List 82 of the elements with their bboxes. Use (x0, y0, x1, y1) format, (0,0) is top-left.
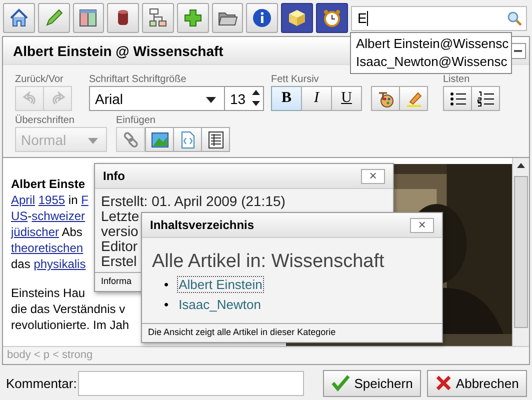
toolbar-button[interactable] (107, 3, 139, 33)
code-file-icon (180, 130, 196, 148)
palette-icon (376, 90, 394, 108)
size-spinner[interactable]: 13 (224, 86, 264, 111)
table-button[interactable] (201, 127, 230, 152)
bullet-list-button[interactable] (443, 86, 472, 111)
article-link[interactable]: 1955 (38, 193, 66, 207)
bullet: • (164, 277, 169, 292)
group-label: Schriftart Schriftgröße (89, 73, 188, 86)
format-button[interactable]: I (301, 86, 332, 111)
redo-icon (50, 90, 66, 106)
suggestion-item[interactable]: Isaac_Newton@Wissensc (351, 53, 511, 71)
comment-label: Kommentar: (6, 376, 77, 390)
group-label: Fett Kursiv (271, 73, 320, 86)
bullet: • (164, 297, 169, 312)
group-label: Überschriften (15, 114, 76, 127)
info-icon (251, 7, 274, 29)
article-link[interactable]: US (11, 209, 28, 223)
chain-link-icon (122, 130, 140, 148)
highlight-button[interactable] (399, 86, 428, 111)
save-button[interactable]: Speichern (322, 370, 421, 396)
toolbar-button[interactable] (3, 3, 35, 33)
text-color-button[interactable] (371, 86, 400, 111)
toolbar-button[interactable] (176, 3, 208, 33)
editor-title: Albert Einstein @ Wissenschaft (13, 42, 224, 58)
checkmark-icon (330, 374, 350, 392)
group-label: Listen (443, 73, 471, 86)
scrollbar[interactable] (512, 158, 529, 346)
search-icon[interactable] (507, 10, 524, 26)
article-link[interactable]: physikalis (34, 257, 86, 271)
plus-icon (182, 7, 204, 29)
dialog-title: Inhaltsverzeichnis (150, 218, 254, 232)
dialog-footer-text: Informa (101, 276, 132, 286)
article-link[interactable]: schweizer (32, 209, 86, 223)
info-text: Erstellt: 01. April 2009 (21:15) (101, 194, 286, 209)
dialog-footer-text: Die Ansicht zeigt alle Artikel in dieser Kategorie (148, 327, 336, 337)
cancel-button[interactable]: Abbrechen (426, 370, 527, 396)
dialog-title: Info (103, 169, 125, 183)
toolbar-button[interactable] (281, 3, 313, 33)
image-button[interactable] (145, 127, 174, 152)
element-path: body < p < strong (6, 348, 94, 363)
article-paragraph: Albert Einste April 1955 in F US-schweizer jüdischer Abs theoretischen das physikalis (11, 176, 88, 272)
toolbar-button[interactable] (246, 3, 278, 33)
highlighter-icon (404, 90, 422, 108)
undo-icon (22, 90, 38, 106)
article-link[interactable]: April (11, 193, 36, 207)
toolbar-button[interactable] (142, 3, 174, 33)
suggestion-item[interactable]: Albert Einstein@Wissensc (351, 35, 511, 53)
format-button[interactable]: B (271, 86, 302, 111)
info-text: versio (101, 224, 138, 239)
numbered-list-button[interactable] (471, 86, 500, 111)
info-text: Editor (101, 239, 138, 254)
font-dropdown[interactable]: Arial (89, 86, 225, 111)
group-label: Einfügen (116, 114, 156, 127)
info-text: Erstel (101, 254, 137, 269)
numbered-list-icon (476, 90, 494, 106)
cross-icon (434, 374, 452, 392)
article-paragraph: Einsteins Hau die das Verständnis v revolutionierte. Im Jah (11, 285, 130, 333)
toolbar-button[interactable] (212, 3, 244, 33)
group-label: Zurück/Vor (15, 73, 64, 86)
close-button[interactable]: × (361, 168, 385, 184)
diagram-icon (146, 7, 169, 29)
format-button[interactable]: U (331, 86, 362, 111)
link-button[interactable] (116, 127, 145, 152)
source-button[interactable] (173, 127, 202, 152)
article-link[interactable]: Albert Einstein (176, 276, 264, 293)
home-icon (8, 7, 30, 29)
image-icon (150, 132, 168, 148)
comment-field[interactable] (78, 370, 304, 396)
close-button[interactable]: × (410, 218, 434, 232)
bullet-list-icon (448, 90, 466, 106)
table-icon (208, 130, 224, 148)
article-link[interactable]: F (81, 193, 88, 207)
article-link[interactable]: Isaac_Newton (176, 296, 263, 313)
toolbar-button[interactable] (72, 3, 104, 33)
search-field[interactable]: E (350, 6, 528, 30)
article-link[interactable]: theoretischen (11, 241, 84, 255)
info-text: Letzte (101, 209, 140, 224)
toc-heading: Alle Artikel in: Wissenschaft (152, 251, 386, 273)
article-link[interactable]: jüdischer (11, 225, 60, 239)
search-value: E (358, 10, 367, 26)
toolbar-button[interactable] (316, 3, 348, 33)
